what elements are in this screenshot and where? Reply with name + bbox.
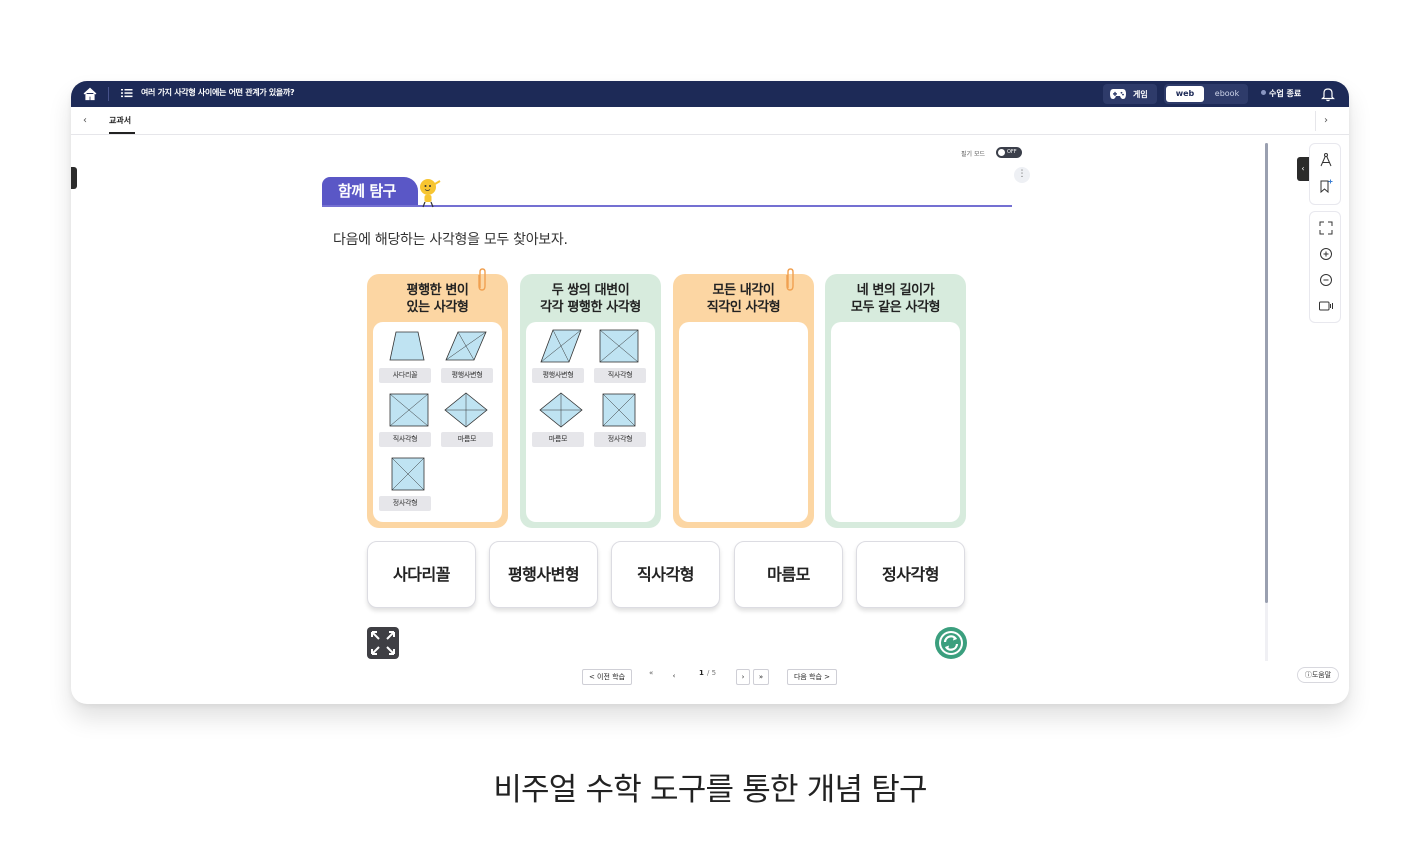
home-icon[interactable] (81, 85, 99, 103)
category-card-two-pairs-parallel[interactable]: 두 쌍의 대변이 각각 평행한 사각형 평행사변형 직사각형 마름모 정사각형 (520, 274, 661, 528)
tool-group-annotate (1309, 143, 1341, 205)
bookmark-sparkle-icon[interactable] (1318, 178, 1334, 194)
choice-parallelogram[interactable]: 평행사변형 (489, 541, 598, 608)
choice-rhombus[interactable]: 마름모 (734, 541, 843, 608)
category-title: 평행한 변이 있는 사각형 (367, 282, 508, 316)
list-menu-icon[interactable] (120, 86, 134, 100)
category-card-right-angles[interactable]: 모든 내각이 직각인 사각형 (673, 268, 814, 528)
app-window: 여러 가지 사각형 사이에는 어떤 관계가 있을까? 게임 web ebook … (71, 81, 1349, 704)
game-label: 게임 (1133, 90, 1148, 99)
category-title: 네 변의 길이가 모두 같은 사각형 (825, 282, 966, 316)
tab-textbook[interactable]: 교과서 (109, 115, 131, 126)
rhombus-shape[interactable] (444, 392, 488, 428)
page-caption: 비주얼 수학 도구를 통한 개념 탐구 (493, 772, 927, 808)
category-title-text: 네 변의 길이가 모두 같은 사각형 (850, 283, 941, 315)
tab-next-button[interactable]: › (1324, 115, 1328, 126)
fit-screen-icon[interactable] (1318, 220, 1334, 236)
bell-icon[interactable] (1321, 86, 1335, 102)
zoom-out-icon[interactable] (1318, 272, 1334, 288)
video-icon[interactable] (1318, 298, 1334, 314)
shape-label: 직사각형 (379, 432, 431, 447)
tool-panel-collapse-button[interactable]: ‹ (1297, 157, 1309, 181)
reset-button[interactable] (935, 627, 967, 659)
parallelogram-shape[interactable] (444, 328, 488, 364)
choice-rectangle[interactable]: 직사각형 (611, 541, 720, 608)
status-dot-icon (1261, 90, 1266, 95)
refresh-icon (939, 631, 963, 655)
shape-label: 평행사변형 (532, 368, 584, 383)
category-title: 두 쌍의 대변이 각각 평행한 사각형 (520, 282, 661, 316)
square-shape[interactable] (597, 392, 641, 428)
shape-label: 마름모 (532, 432, 584, 447)
drop-zone[interactable]: 평행사변형 직사각형 마름모 정사각형 (526, 322, 655, 522)
rectangle-shape[interactable] (386, 392, 430, 428)
active-tab-underline (109, 132, 135, 134)
toggle-state: OFF (1007, 149, 1017, 155)
question-text: 다음에 해당하는 사각형을 모두 찾아보자. (333, 232, 568, 248)
next-page-button[interactable]: › (736, 669, 750, 685)
tab-prev-button[interactable]: ‹ (83, 115, 87, 126)
shape-label: 정사각형 (379, 496, 431, 511)
drop-zone[interactable] (831, 322, 960, 522)
top-bar: 여러 가지 사각형 사이에는 어떤 관계가 있을까? 게임 web ebook … (71, 81, 1349, 107)
prev-page-button[interactable]: ‹ (667, 669, 681, 685)
category-card-parallel-sides[interactable]: 평행한 변이 있는 사각형 사다리꼴 평행사변형 직사각형 마름모 정사각형 (367, 268, 508, 528)
toggle-knob (998, 149, 1005, 156)
parallelogram-shape[interactable] (539, 328, 583, 364)
pen-mode-toggle[interactable]: OFF (996, 147, 1022, 158)
tab-bar: ‹ 교과서 › (71, 107, 1349, 135)
shape-label: 평행사변형 (441, 368, 493, 383)
choice-square[interactable]: 정사각형 (856, 541, 965, 608)
divider (1315, 111, 1316, 131)
choice-trapezoid[interactable]: 사다리꼴 (367, 541, 476, 608)
compass-icon[interactable] (1318, 152, 1334, 168)
shape-label: 정사각형 (594, 432, 646, 447)
left-panel-handle[interactable] (71, 167, 77, 189)
fullscreen-button[interactable] (367, 627, 399, 659)
help-icon: ⓘ (1304, 671, 1312, 679)
next-lesson-button[interactable]: 다음 학습 > (787, 669, 837, 685)
end-class-button[interactable]: 수업 종료 (1261, 88, 1301, 99)
zoom-in-icon[interactable] (1318, 246, 1334, 262)
square-shape[interactable] (386, 456, 430, 492)
end-class-label: 수업 종료 (1269, 89, 1302, 98)
view-switch: web ebook (1164, 84, 1248, 104)
divider (108, 87, 109, 101)
total-pages: / 5 (707, 669, 717, 677)
lesson-title: 여러 가지 사각형 사이에는 어떤 관계가 있을까? (141, 88, 295, 97)
section-badge: 함께 탐구 (322, 177, 418, 205)
help-button[interactable]: ⓘ도움말 (1297, 667, 1339, 683)
game-button[interactable]: 게임 (1103, 84, 1157, 104)
shape-label: 직사각형 (594, 368, 646, 383)
mascot-icon (420, 179, 441, 208)
first-page-button[interactable]: « (649, 669, 653, 685)
prev-lesson-button[interactable]: < 이전 학습 (582, 669, 632, 685)
trapezoid-shape[interactable] (386, 328, 430, 364)
help-label: 도움말 (1311, 671, 1332, 679)
category-title-text: 모든 내각이 직각인 사각형 (706, 283, 781, 315)
tool-group-view (1309, 211, 1341, 323)
scrollbar-thumb[interactable] (1265, 143, 1268, 603)
more-options-icon[interactable]: ⋮ (1014, 167, 1030, 183)
expand-icon (371, 631, 395, 655)
category-card-equal-sides[interactable]: 네 변의 길이가 모두 같은 사각형 (825, 274, 966, 528)
category-title-text: 두 쌍의 대변이 각각 평행한 사각형 (540, 283, 641, 315)
drop-zone[interactable] (679, 322, 808, 522)
gamepad-icon (1110, 89, 1126, 99)
category-title-text: 평행한 변이 있는 사각형 (406, 283, 469, 315)
pen-mode-label: 필기 모드 (961, 151, 985, 158)
shape-label: 사다리꼴 (379, 368, 431, 383)
view-web-button[interactable]: web (1166, 86, 1204, 102)
shape-label: 마름모 (441, 432, 493, 447)
drop-zone[interactable]: 사다리꼴 평행사변형 직사각형 마름모 정사각형 (373, 322, 502, 522)
category-title: 모든 내각이 직각인 사각형 (673, 282, 814, 316)
rectangle-shape[interactable] (597, 328, 641, 364)
view-ebook-button[interactable]: ebook (1208, 86, 1246, 102)
current-page: 1 (699, 669, 704, 677)
last-page-button[interactable]: » (753, 669, 769, 685)
rhombus-shape[interactable] (539, 392, 583, 428)
